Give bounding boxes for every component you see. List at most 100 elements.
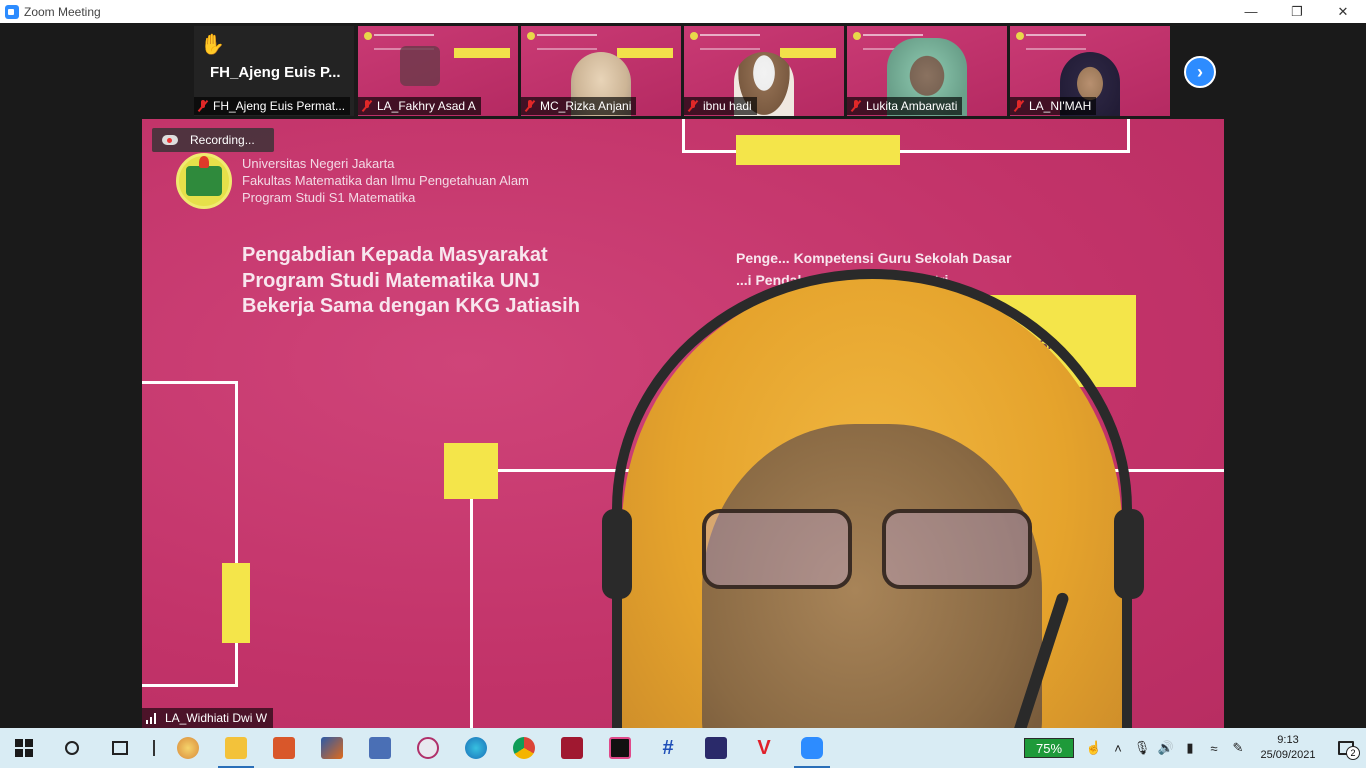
slide-yellow-box — [736, 135, 900, 165]
slide-header: Universitas Negeri Jakarta Fakultas Mate… — [242, 155, 529, 206]
v-app-icon: V — [757, 737, 771, 759]
next-page-button[interactable]: › — [1184, 56, 1216, 88]
hashtag-icon: # — [662, 737, 674, 759]
taskbar-app-intellij[interactable] — [596, 728, 644, 768]
participant-tile[interactable]: LA_NI'MAH — [1010, 26, 1170, 116]
intellij-icon — [609, 737, 631, 759]
headset-earpiece — [602, 509, 632, 599]
slide-yellow-box — [780, 48, 836, 58]
mic-muted-icon — [1014, 100, 1024, 112]
taskbar: # V 75% ☝ ˄ 🎙 🔊 ▮ ≈ ✎ 9:13 25/09/2021 2 — [0, 728, 1366, 768]
book-icon — [273, 737, 295, 759]
chrome-icon — [513, 737, 535, 759]
participant-name: Lukita Ambarwati — [866, 99, 958, 113]
minimize-button[interactable]: — — [1228, 0, 1274, 23]
mic-muted-icon — [525, 100, 535, 112]
scissors-icon — [417, 737, 439, 759]
taskbar-app-zoom[interactable] — [788, 728, 836, 768]
participant-tile[interactable]: MC_Rizka Anjani — [521, 26, 681, 116]
taskbar-app-books[interactable] — [260, 728, 308, 768]
participant-name-bar: LA_Fakhry Asad A — [358, 97, 481, 115]
task-view-button[interactable] — [96, 728, 144, 768]
taskbar-app-notes[interactable]: # — [644, 728, 692, 768]
restore-button[interactable]: ❐ — [1274, 0, 1320, 23]
battery-indicator[interactable]: 75% — [1024, 738, 1074, 758]
slide-yellow-box — [454, 48, 510, 58]
close-button[interactable]: ✕ — [1320, 0, 1366, 23]
signal-strength-icon — [146, 712, 160, 724]
tex-icon — [705, 737, 727, 759]
participant-name-bar: LA_NI'MAH — [1010, 97, 1097, 115]
slide-line — [470, 469, 473, 728]
taskbar-app-edge[interactable] — [452, 728, 500, 768]
chevron-up-icon[interactable]: ˄ — [1106, 728, 1130, 768]
participant-tile[interactable]: LA_Fakhry Asad A — [358, 26, 518, 116]
title-bar: Zoom Meeting — ❐ ✕ — [0, 0, 1366, 23]
taskbar-app-matlab[interactable] — [308, 728, 356, 768]
slide-title: Pengabdian Kepada Masyarakat Program Stu… — [242, 243, 580, 320]
slide-yellow-box — [222, 563, 250, 643]
taskbar-app-texmaker[interactable] — [692, 728, 740, 768]
participant-name-bar: Lukita Ambarwati — [847, 97, 963, 115]
search-icon — [65, 741, 79, 755]
participant-name: LA_NI'MAH — [1029, 99, 1092, 113]
logo-icon — [1016, 32, 1024, 40]
headset-earpiece — [1114, 509, 1144, 599]
notification-center-button[interactable]: 2 — [1326, 728, 1366, 768]
search-button[interactable] — [48, 728, 96, 768]
recording-indicator[interactable]: Recording... — [152, 128, 274, 152]
participant-name: MC_Rizka Anjani — [540, 99, 632, 113]
taskbar-app-vivaldi[interactable]: V — [740, 728, 788, 768]
folder-icon — [225, 737, 247, 759]
clock-time: 9:13 — [1277, 734, 1299, 746]
window-title: Zoom Meeting — [24, 4, 101, 19]
clock-date: 25/09/2021 — [1260, 749, 1316, 761]
windows-icon — [15, 739, 33, 757]
touch-icon[interactable]: ☝ — [1082, 728, 1106, 768]
window-controls: — ❐ ✕ — [1228, 0, 1366, 23]
speaker-name-bar: LA_Widhiati Dwi W — [142, 708, 274, 728]
taskbar-app-archive[interactable] — [356, 728, 404, 768]
taskbar-app-file-explorer[interactable] — [212, 728, 260, 768]
matlab-icon — [321, 737, 343, 759]
taskbar-app-mendeley[interactable] — [548, 728, 596, 768]
university-logo — [176, 153, 232, 209]
participant-name-bar: ibnu hadi — [684, 97, 757, 115]
slide-line — [142, 381, 238, 384]
participant-tile[interactable]: ibnu hadi — [684, 26, 844, 116]
zoom-app-icon — [5, 4, 19, 19]
slide-line — [142, 684, 238, 687]
taskbar-app-snipping[interactable] — [404, 728, 452, 768]
slide-title-line: Pengabdian Kepada Masyarakat — [242, 244, 548, 266]
microphone-icon[interactable]: 🎙 — [1130, 728, 1154, 768]
participant-name: ibnu hadi — [703, 99, 752, 113]
mic-muted-icon — [688, 100, 698, 112]
logo-icon — [527, 32, 535, 40]
mendeley-icon — [561, 737, 583, 759]
slide-line — [682, 119, 685, 153]
recording-label: Recording... — [190, 133, 255, 147]
chevron-right-icon: › — [1197, 61, 1203, 82]
taskbar-app-chrome[interactable] — [500, 728, 548, 768]
edge-icon — [465, 737, 487, 759]
participant-name-bar: MC_Rizka Anjani — [521, 97, 637, 115]
taskbar-app-paint[interactable] — [164, 728, 212, 768]
participant-tile[interactable]: Lukita Ambarwati — [847, 26, 1007, 116]
slide-title-line: Bekerja Sama dengan KKG Jatiasih — [242, 295, 580, 317]
wifi-icon[interactable]: ≈ — [1202, 728, 1226, 768]
slide-header-line: Fakultas Matematika dan Ilmu Pengetahuan… — [242, 173, 529, 188]
slide-text-lines — [537, 34, 597, 50]
zoom-icon — [801, 737, 823, 759]
participant-tile[interactable]: ✋ FH_Ajeng Euis P... FH_Ajeng Euis Perma… — [194, 26, 354, 116]
slide-text-lines — [1026, 34, 1086, 50]
battery-icon[interactable]: ▮ — [1178, 728, 1202, 768]
slide-title-line: Program Studi Matematika UNJ — [242, 269, 540, 292]
pen-icon[interactable]: ✎ — [1226, 728, 1250, 768]
volume-icon[interactable]: 🔊 — [1154, 728, 1178, 768]
start-button[interactable] — [0, 728, 48, 768]
system-clock[interactable]: 9:13 25/09/2021 — [1250, 733, 1326, 763]
speaker-figure — [592, 259, 1152, 728]
system-tray: 75% ☝ ˄ 🎙 🔊 ▮ ≈ ✎ 9:13 25/09/2021 2 — [1024, 728, 1366, 768]
slide-text-lines — [700, 34, 760, 50]
participant-name: LA_Fakhry Asad A — [377, 99, 476, 113]
